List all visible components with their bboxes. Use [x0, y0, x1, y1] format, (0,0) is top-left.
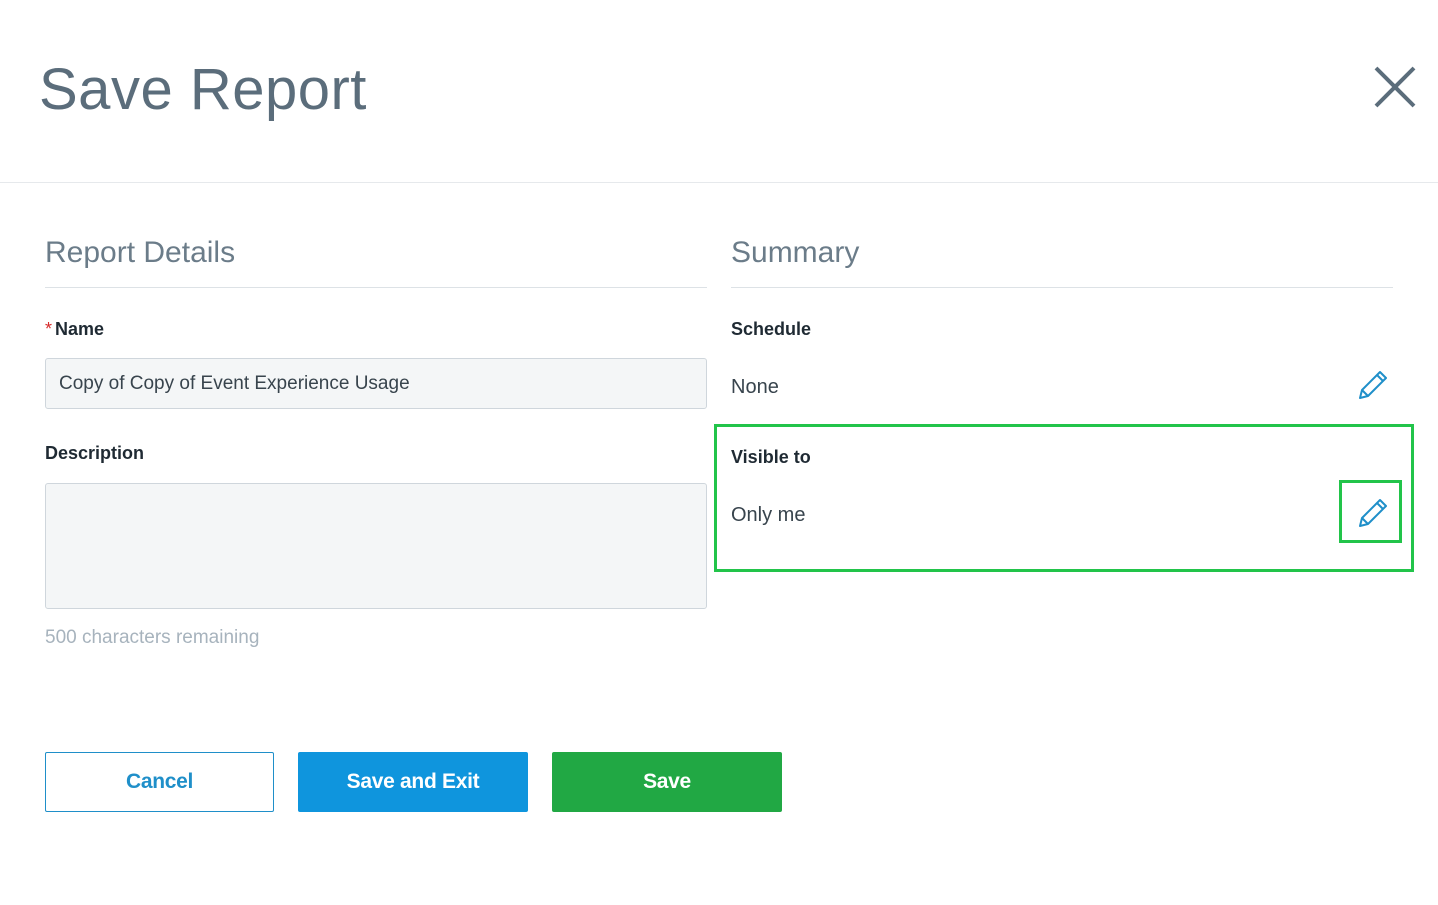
edit-schedule-pencil-icon[interactable] — [1356, 368, 1390, 402]
description-textarea[interactable] — [45, 483, 707, 609]
char-remaining-text: 500 characters remaining — [45, 627, 260, 648]
save-button[interactable]: Save — [552, 752, 782, 812]
schedule-label: Schedule — [731, 319, 812, 339]
visible-to-label: Visible to — [731, 447, 811, 467]
name-label: * Name — [45, 317, 104, 341]
required-marker: * — [45, 319, 53, 339]
report-details-divider — [45, 287, 707, 288]
cancel-button[interactable]: Cancel — [45, 752, 274, 812]
name-label-text: Name — [55, 319, 105, 339]
summary-divider — [731, 287, 1393, 288]
summary-heading: Summary — [731, 236, 860, 269]
dialog-header: Save Report — [0, 0, 1438, 183]
description-label: Description — [45, 443, 145, 463]
save-and-exit-button[interactable]: Save and Exit — [298, 752, 528, 812]
report-details-heading: Report Details — [45, 236, 236, 269]
save-report-dialog: Save Report Report Details *Name Descrip… — [0, 0, 1438, 905]
edit-visibility-pencil-icon[interactable] — [1356, 496, 1390, 530]
schedule-value: None — [731, 376, 779, 398]
visible-to-highlight — [714, 424, 1414, 572]
visible-to-value: Only me — [731, 504, 806, 526]
name-input[interactable] — [45, 358, 707, 409]
dialog-title: Save Report — [39, 57, 367, 122]
close-icon[interactable] — [1370, 62, 1420, 112]
